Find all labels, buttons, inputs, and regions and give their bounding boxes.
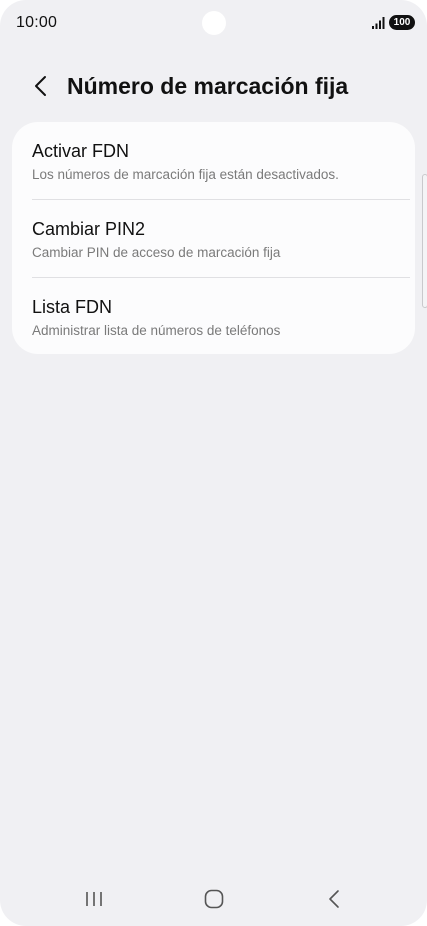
setting-subtitle: Los números de marcación fija están desa…	[32, 167, 339, 182]
setting-title: Cambiar PIN2	[32, 219, 146, 239]
status-bar: 10:00 100	[0, 0, 427, 48]
status-time: 10:00	[16, 14, 58, 31]
chevron-left-icon	[33, 75, 47, 102]
setting-activar-fdn[interactable]: Activar FDN Los números de marcación fij…	[12, 122, 415, 199]
setting-subtitle: Cambiar PIN de acceso de marcación fija	[32, 245, 281, 260]
scrollbar[interactable]	[422, 174, 427, 308]
recents-button[interactable]	[74, 888, 114, 914]
system-back-button[interactable]	[314, 888, 354, 914]
back-button[interactable]	[24, 72, 56, 104]
setting-title: Activar FDN	[32, 141, 130, 161]
recents-icon	[84, 890, 104, 913]
signal-icon	[371, 16, 385, 30]
navigation-bar	[0, 876, 427, 926]
setting-title: Lista FDN	[32, 297, 113, 317]
back-icon	[327, 889, 341, 914]
phone-screen: 10:00 100 Número de marcación fija Activ…	[0, 0, 427, 926]
home-icon	[204, 889, 224, 914]
setting-subtitle: Administrar lista de números de teléfono…	[32, 323, 281, 338]
app-header: Número de marcación fija	[0, 64, 427, 112]
setting-lista-fdn[interactable]: Lista FDN Administrar lista de números d…	[12, 278, 415, 354]
battery-indicator: 100	[389, 15, 415, 30]
home-button[interactable]	[194, 888, 234, 914]
camera-cutout	[202, 11, 226, 35]
setting-cambiar-pin2[interactable]: Cambiar PIN2 Cambiar PIN de acceso de ma…	[12, 200, 415, 277]
page-title: Número de marcación fija	[67, 73, 349, 99]
settings-card: Activar FDN Los números de marcación fij…	[12, 122, 415, 354]
